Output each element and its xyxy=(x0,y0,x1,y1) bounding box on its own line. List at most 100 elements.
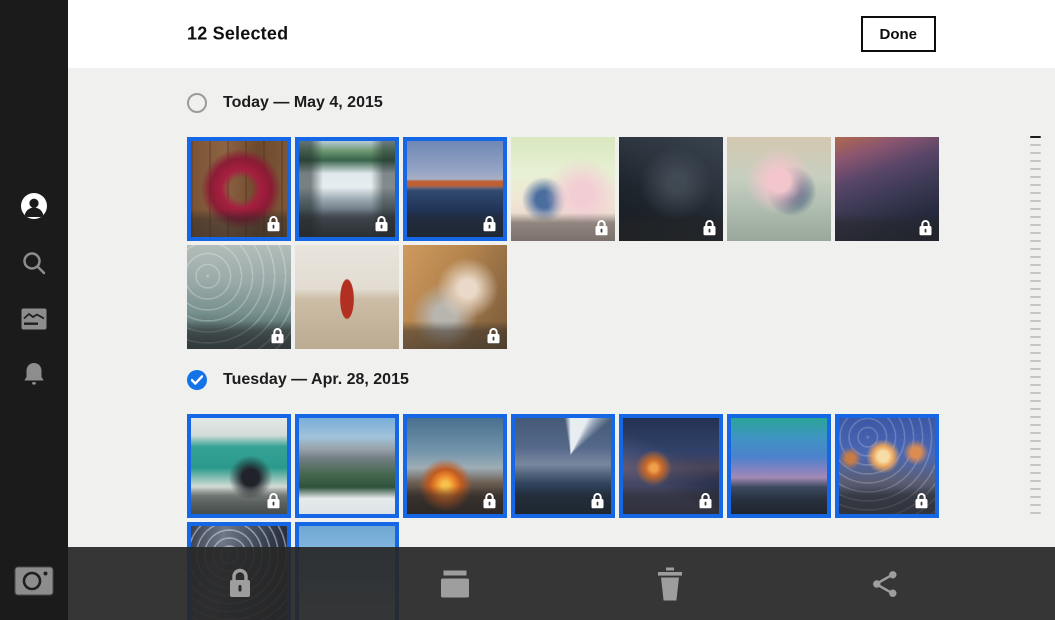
scrubber-tick xyxy=(1030,512,1041,514)
scrubber-tick xyxy=(1030,400,1041,402)
scrubber-tick xyxy=(1030,328,1041,330)
search-icon[interactable] xyxy=(21,250,47,276)
scrubber-tick xyxy=(1030,336,1041,338)
scrubber-tick xyxy=(1030,480,1041,482)
photo-rain-bokeh-lights[interactable] xyxy=(835,414,939,518)
scrubber-tick xyxy=(1030,416,1041,418)
scrubber-tick xyxy=(1030,288,1041,290)
photo-milky-way-lake[interactable] xyxy=(619,414,723,518)
scrubber-tick xyxy=(1030,464,1041,466)
scrubber-tick xyxy=(1030,248,1041,250)
date-header-label: Tuesday — Apr. 28, 2015 xyxy=(223,371,409,389)
photo-half-dome-sunset[interactable] xyxy=(835,137,939,241)
scrubber-tick xyxy=(1030,168,1041,170)
scrubber-tick xyxy=(1030,272,1041,274)
photo-waterfall[interactable] xyxy=(295,137,399,241)
scrubber-tick xyxy=(1030,312,1041,314)
scrubber-tick xyxy=(1030,184,1041,186)
notifications-icon[interactable] xyxy=(22,361,46,387)
scrubber-tick xyxy=(1030,160,1041,162)
scrubber-tick xyxy=(1030,320,1041,322)
scrubber-tick xyxy=(1030,408,1041,410)
scrubber-tick xyxy=(1030,200,1041,202)
share-button[interactable] xyxy=(872,570,898,598)
sidebar xyxy=(0,0,68,620)
scrubber-tick xyxy=(1030,424,1041,426)
camera-icon[interactable] xyxy=(14,566,54,596)
scrubber-tick xyxy=(1030,280,1041,282)
collections-button[interactable] xyxy=(440,570,470,597)
scrubber-tick xyxy=(1030,176,1041,178)
delete-button[interactable] xyxy=(656,567,684,600)
scrubber-tick xyxy=(1030,144,1041,146)
scrubber-tick xyxy=(1030,376,1041,378)
scrubber-tick xyxy=(1030,232,1041,234)
date-checkbox-unchecked[interactable] xyxy=(187,93,207,113)
lock-badge-icon xyxy=(918,219,933,236)
scrubber-tick xyxy=(1030,472,1041,474)
lock-badge-icon xyxy=(914,492,929,509)
photo-girl-teddy-bear[interactable] xyxy=(403,245,507,349)
lock-badge-icon xyxy=(698,492,713,509)
share-icon xyxy=(872,585,898,602)
scrubber-tick xyxy=(1030,440,1041,442)
lock-badge-icon xyxy=(266,215,281,232)
photo-berry-wreath[interactable] xyxy=(187,137,291,241)
lock-badge-icon xyxy=(374,215,389,232)
photo-golden-gate-bridge[interactable] xyxy=(403,137,507,241)
photo-row xyxy=(187,414,1055,518)
scrubber-tick xyxy=(1030,344,1041,346)
scrubber-tick xyxy=(1030,432,1041,434)
photo-birdhouse-bird[interactable] xyxy=(187,414,291,518)
scrubber-tick xyxy=(1030,448,1041,450)
lock-badge-icon xyxy=(270,327,285,344)
scrubber-tick xyxy=(1030,304,1041,306)
scrubber-tick xyxy=(1030,392,1041,394)
lock-badge-icon xyxy=(482,492,497,509)
photo-couple-blossoms[interactable] xyxy=(511,137,615,241)
date-header-label: Today — May 4, 2015 xyxy=(223,94,383,112)
scrubber-tick xyxy=(1030,192,1041,194)
photo-yosemite-valley-snow[interactable] xyxy=(295,414,399,518)
photo-beach-campfire[interactable] xyxy=(403,414,507,518)
scrubber-tick xyxy=(1030,368,1041,370)
scrubber-tick xyxy=(1030,456,1041,458)
date-group: Today — May 4, 2015 xyxy=(187,93,1055,349)
scrubber-tick xyxy=(1030,152,1041,154)
trash-icon xyxy=(656,587,684,604)
scrubber-tick xyxy=(1030,496,1041,498)
scrubber-tick xyxy=(1030,504,1041,506)
date-group-header: Today — May 4, 2015 xyxy=(187,93,1055,113)
scrubber-tick-current xyxy=(1030,136,1041,138)
photo-matterhorn-peak[interactable] xyxy=(511,414,615,518)
collection-icon xyxy=(440,584,470,601)
lock-badge-icon xyxy=(266,492,281,509)
photo-row xyxy=(187,245,1055,349)
scrubber-tick xyxy=(1030,224,1041,226)
photos-app: 12 Selected Done Today — May 4, 2015 Tues… xyxy=(0,0,1055,620)
lock-badge-icon xyxy=(486,327,501,344)
done-button[interactable]: Done xyxy=(861,16,937,52)
photo-woman-red-suitcase[interactable] xyxy=(295,245,399,349)
scrubber-tick xyxy=(1030,384,1041,386)
lock-badge-icon xyxy=(594,219,609,236)
scrubber-tick xyxy=(1030,256,1041,258)
photo-grid: Today — May 4, 2015 Tuesday — Apr. 28, 20… xyxy=(68,68,1055,620)
scrubber-tick xyxy=(1030,296,1041,298)
lock-badge-icon xyxy=(482,215,497,232)
lock-button[interactable] xyxy=(225,567,255,601)
photos-icon[interactable] xyxy=(21,308,47,330)
scrubber-tick xyxy=(1030,240,1041,242)
date-checkbox-checked[interactable] xyxy=(187,370,207,390)
scrubber-tick xyxy=(1030,352,1041,354)
account-icon[interactable] xyxy=(20,192,48,220)
photo-couple-bench[interactable] xyxy=(727,137,831,241)
photo-aurora-mountains[interactable] xyxy=(727,414,831,518)
lock-badge-icon xyxy=(702,219,717,236)
scrubber-tick xyxy=(1030,216,1041,218)
date-group-header: Tuesday — Apr. 28, 2015 xyxy=(187,370,1055,390)
photo-half-dome-night[interactable] xyxy=(619,137,723,241)
photo-rainy-window[interactable] xyxy=(187,245,291,349)
scrollbar-scrubber[interactable] xyxy=(1030,136,1041,520)
selection-header: 12 Selected Done xyxy=(68,0,1055,68)
